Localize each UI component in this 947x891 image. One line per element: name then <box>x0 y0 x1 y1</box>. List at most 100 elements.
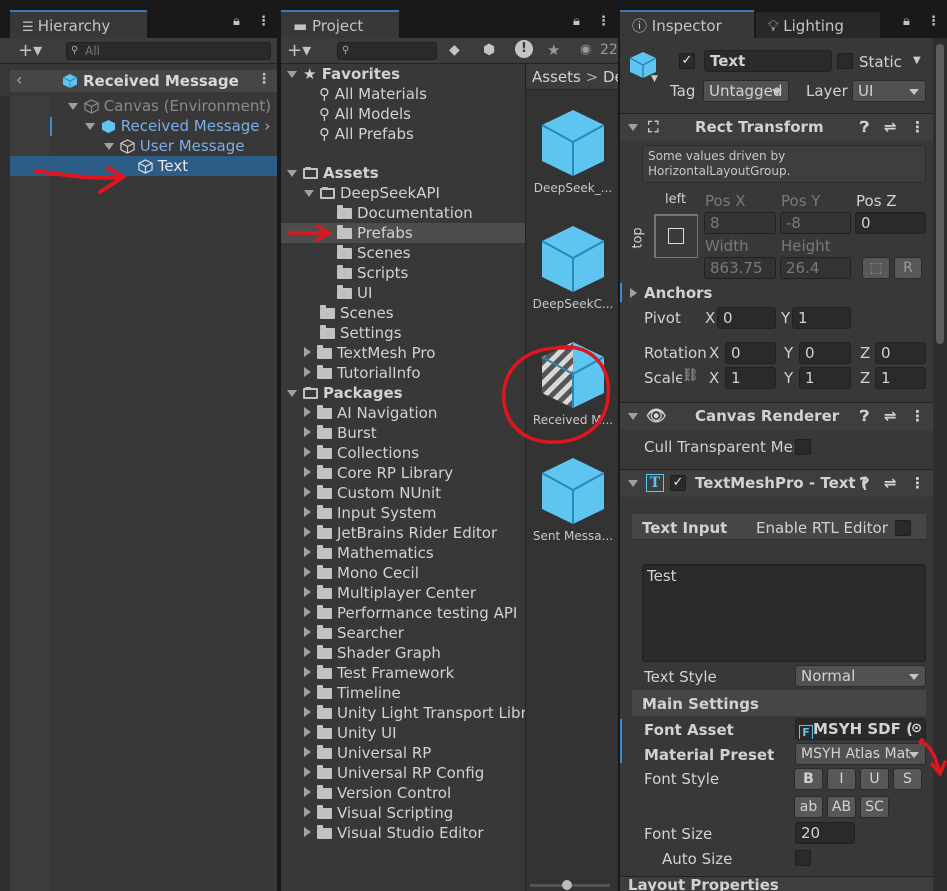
text-input-area[interactable]: Test <box>642 564 926 662</box>
font-style-lowercase-button[interactable]: ab <box>794 796 823 818</box>
favorite-item[interactable]: ⚲ All Materials <box>319 84 427 104</box>
search-by-label-icon[interactable]: ⬢ <box>483 42 495 58</box>
cull-transparent-checkbox[interactable] <box>795 439 811 455</box>
expand-arrow-icon[interactable] <box>628 413 638 420</box>
favorites-header[interactable]: ★ Favorites <box>287 64 400 84</box>
more-menu-icon[interactable]: ⋮ <box>597 14 610 29</box>
collapse-arrow-icon[interactable] <box>304 347 311 357</box>
package-item[interactable]: JetBrains Rider Editor <box>304 523 497 543</box>
open-prefab-chevron-icon[interactable]: › <box>264 117 270 135</box>
presets-icon[interactable]: ⇌ <box>884 114 897 140</box>
asset-prefab-sent-message[interactable]: Sent Messa... <box>530 456 616 543</box>
package-item[interactable]: Universal RP <box>304 743 431 763</box>
folder-scenes-root[interactable]: Scenes <box>320 303 394 323</box>
raw-edit-button[interactable]: R <box>894 257 922 279</box>
favorite-star-icon[interactable]: ★ <box>547 41 560 59</box>
lock-icon[interactable]: 🔒︎ <box>903 14 910 29</box>
material-preset-dropdown[interactable]: MSYH Atlas Mat <box>795 743 926 765</box>
zoom-slider[interactable] <box>530 880 610 890</box>
expand-arrow-icon[interactable] <box>287 390 297 397</box>
expand-arrow-icon[interactable] <box>85 123 95 130</box>
search-by-type-icon[interactable]: ◆ <box>449 42 460 58</box>
zoom-slider-handle[interactable] <box>562 880 572 890</box>
collapse-arrow-icon[interactable] <box>304 447 311 457</box>
pos-z-field[interactable]: 0 <box>855 212 926 234</box>
blueprint-mode-button[interactable]: ⬚ <box>862 257 890 279</box>
folder-deepseekapi[interactable]: DeepSeekAPI <box>304 183 440 203</box>
collapse-arrow-icon[interactable] <box>304 367 311 377</box>
pivot-y-field[interactable]: 1 <box>792 307 851 329</box>
package-item[interactable]: Performance testing API <box>304 603 517 623</box>
collapse-arrow-icon[interactable] <box>304 627 311 637</box>
package-item[interactable]: Unity UI <box>304 723 397 743</box>
breadcrumb-root[interactable]: Assets <box>532 68 581 86</box>
collapse-arrow-icon[interactable] <box>304 707 311 717</box>
static-dropdown-icon[interactable]: ▼ <box>913 55 921 66</box>
hierarchy-search-input[interactable]: ⚲ All <box>66 42 271 60</box>
package-item[interactable]: Shader Graph <box>304 643 441 663</box>
scale-x-field[interactable]: 1 <box>725 367 776 389</box>
presets-icon[interactable]: ⇌ <box>884 403 897 429</box>
static-checkbox[interactable] <box>837 53 853 69</box>
canvas-renderer-header[interactable]: 👁︎ Canvas Renderer ❓︎ ⇌ ⋮ <box>620 402 933 430</box>
collapse-arrow-icon[interactable] <box>304 767 311 777</box>
folder-textmesh-pro[interactable]: TextMesh Pro <box>304 343 435 363</box>
package-item[interactable]: Burst <box>304 423 377 443</box>
package-item[interactable]: Collections <box>304 443 419 463</box>
collapse-arrow-icon[interactable] <box>304 487 311 497</box>
auto-size-checkbox[interactable] <box>795 850 811 866</box>
breadcrumb-current[interactable]: De <box>603 68 618 86</box>
tmp-enabled-checkbox[interactable]: ✓ <box>670 475 686 491</box>
font-style-uppercase-button[interactable]: AB <box>827 796 856 818</box>
rotation-x-field[interactable]: 0 <box>725 342 776 364</box>
rotation-z-field[interactable]: 0 <box>875 342 926 364</box>
active-checkbox[interactable]: ✓ <box>679 53 695 69</box>
expand-arrow-icon[interactable] <box>628 124 638 131</box>
collapse-arrow-icon[interactable] <box>304 827 311 837</box>
text-style-dropdown[interactable]: Normal <box>795 665 926 687</box>
package-item[interactable]: Unity Light Transport Libra <box>304 703 536 723</box>
scale-y-field[interactable]: 1 <box>799 367 851 389</box>
help-icon[interactable]: ❓︎ <box>860 403 869 429</box>
component-menu-icon[interactable]: ⋮ <box>910 403 925 429</box>
tab-hierarchy[interactable]: ☰ Hierarchy <box>10 10 147 38</box>
tag-dropdown[interactable]: Untagged <box>703 80 789 102</box>
component-menu-icon[interactable]: ⋮ <box>910 114 925 140</box>
expand-arrow-icon[interactable] <box>104 143 114 150</box>
packages-header[interactable]: Packages <box>287 383 403 403</box>
hierarchy-item-canvas[interactable]: Canvas (Environment) <box>68 96 271 116</box>
collapse-arrow-icon[interactable] <box>304 527 311 537</box>
package-item[interactable]: Timeline <box>304 683 401 703</box>
package-item[interactable]: Multiplayer Center <box>304 583 476 603</box>
expand-arrow-icon[interactable] <box>628 480 638 487</box>
collapse-arrow-icon[interactable] <box>304 747 311 757</box>
asset-prefab-deepseek-1[interactable]: DeepSeek_... <box>530 108 616 195</box>
package-item[interactable]: Version Control <box>304 783 451 803</box>
help-icon[interactable]: ❓︎ <box>860 470 869 496</box>
collapse-arrow-icon[interactable] <box>304 407 311 417</box>
font-style-bold-button[interactable]: B <box>794 768 823 790</box>
collapse-arrow-icon[interactable] <box>304 567 311 577</box>
header-more-icon[interactable]: ⋮ <box>257 71 271 87</box>
folder-settings[interactable]: Settings <box>320 323 402 343</box>
hierarchy-item-received-message[interactable]: Received Message › <box>85 116 270 136</box>
anchors-label[interactable]: Anchors <box>644 283 713 303</box>
more-menu-icon[interactable]: ⋮ <box>927 14 940 29</box>
layout-properties-header[interactable]: Layout Properties <box>620 876 933 891</box>
more-menu-icon[interactable]: ⋮ <box>257 14 270 29</box>
package-item[interactable]: Searcher <box>304 623 404 643</box>
collapse-arrow-icon[interactable] <box>304 687 311 697</box>
font-style-italic-button[interactable]: I <box>827 768 856 790</box>
folder-scenes[interactable]: Scenes <box>337 243 411 263</box>
warning-filter-icon[interactable]: ! <box>515 40 533 58</box>
font-style-smallcaps-button[interactable]: SC <box>860 796 889 818</box>
font-asset-field[interactable]: F MSYH SDF ( ⊙ <box>795 718 926 740</box>
font-size-field[interactable]: 20 <box>795 822 855 844</box>
hierarchy-item-user-message[interactable]: User Message <box>104 136 244 156</box>
tab-lighting[interactable]: 💡︎ Lighting <box>756 12 880 38</box>
component-menu-icon[interactable]: ⋮ <box>910 470 925 496</box>
collapse-arrow-icon[interactable] <box>304 427 311 437</box>
collapse-arrow-icon[interactable] <box>304 547 311 557</box>
package-item[interactable]: Visual Studio Editor <box>304 823 483 843</box>
favorite-item[interactable]: ⚲ All Models <box>319 104 411 124</box>
